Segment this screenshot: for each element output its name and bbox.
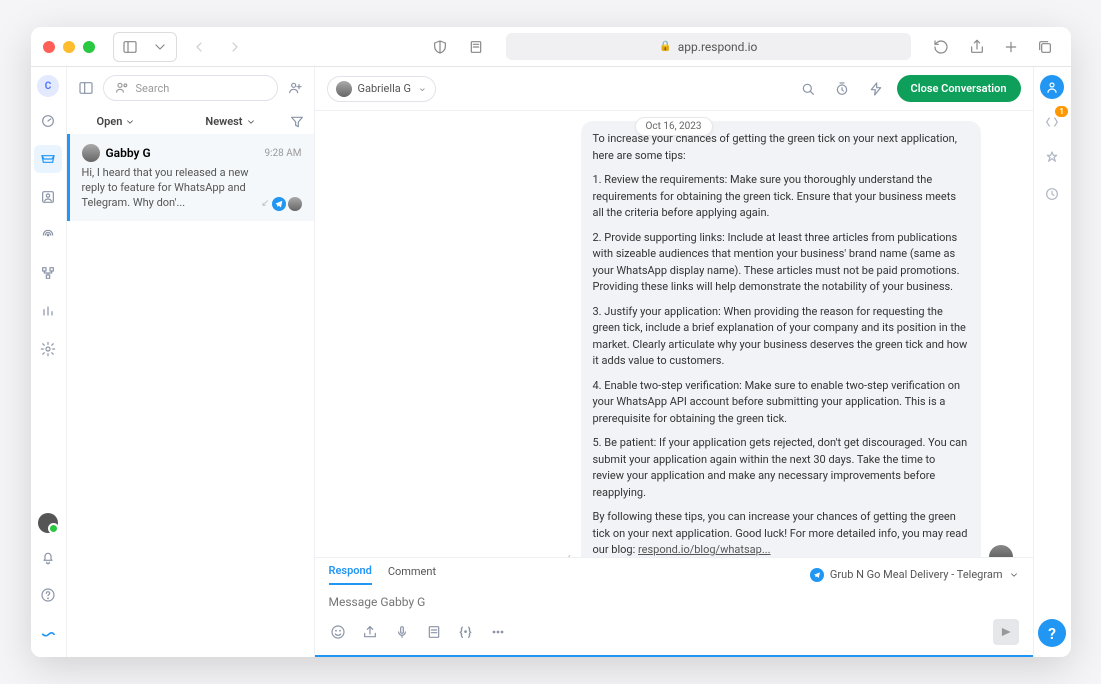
bolt-icon[interactable] — [863, 76, 889, 102]
message-thread[interactable]: Oct 16, 2023 ✓ To increase your chances … — [315, 111, 1033, 557]
nav-back-button[interactable] — [185, 35, 213, 59]
workflows-icon[interactable] — [34, 259, 62, 287]
right-detail-rail: 1 ? — [1033, 67, 1071, 657]
assignee-chip-avatar — [288, 197, 302, 211]
url-text: app.respond.io — [678, 40, 758, 54]
channel-selector[interactable]: Grub N Go Meal Delivery - Telegram — [810, 568, 1019, 582]
agent-avatar — [989, 545, 1013, 558]
emoji-icon[interactable] — [329, 623, 347, 641]
contact-name: Gabby G — [106, 146, 151, 160]
window-zoom-dot[interactable] — [83, 41, 95, 53]
more-options-icon[interactable] — [489, 623, 507, 641]
nav-forward-button[interactable] — [221, 35, 249, 59]
assignee-selector[interactable]: Gabriella G — [327, 76, 436, 102]
variable-icon[interactable]: {•} — [457, 623, 475, 641]
draft-arrow-icon: ↙ — [261, 197, 269, 211]
search-people-icon — [114, 80, 130, 96]
tab-comment[interactable]: Comment — [388, 565, 436, 584]
user-presence-avatar[interactable] — [38, 513, 58, 533]
dashboard-icon[interactable] — [34, 107, 62, 135]
shield-icon[interactable] — [426, 35, 454, 59]
sort-filter[interactable]: Newest — [205, 115, 255, 128]
filter-icon[interactable] — [286, 111, 308, 133]
address-bar[interactable]: 🔒 app.respond.io — [506, 33, 910, 60]
add-contact-icon[interactable] — [284, 77, 306, 99]
help-icon[interactable] — [34, 581, 62, 609]
settings-icon[interactable] — [34, 335, 62, 363]
snippet-icon[interactable] — [425, 623, 443, 641]
search-placeholder: Search — [136, 82, 170, 95]
window-minimize-dot[interactable] — [63, 41, 75, 53]
channel-name: Grub N Go Meal Delivery - Telegram — [830, 568, 1003, 581]
conversation-list-panel: Search Open Newest Gabby G 9:28 AM Hi, I… — [67, 67, 315, 657]
activity-badge: 1 — [1055, 106, 1068, 117]
status-filter[interactable]: Open — [97, 115, 136, 128]
tab-respond[interactable]: Respond — [329, 564, 372, 585]
reports-icon[interactable] — [34, 297, 62, 325]
help-fab-button[interactable]: ? — [1038, 619, 1066, 647]
assignee-name: Gabriella G — [358, 82, 411, 95]
brand-logo-icon — [34, 619, 62, 647]
workspace-avatar[interactable]: C — [37, 75, 59, 97]
attachment-icon[interactable] — [361, 623, 379, 641]
outbound-message-bubble: To increase your chances of getting the … — [581, 121, 981, 557]
telegram-chip-icon — [272, 197, 286, 211]
window-close-dot[interactable] — [43, 41, 55, 53]
contact-detail-icon[interactable] — [1040, 75, 1064, 99]
telegram-channel-icon — [810, 568, 824, 582]
inbox-icon[interactable] — [34, 145, 62, 173]
message-composer: Respond Comment Grub N Go Meal Delivery … — [315, 557, 1033, 657]
sidebar-toggle-group[interactable] — [113, 32, 177, 62]
chat-panel: Gabriella G Close Conversation Oct 16, 2… — [315, 67, 1033, 657]
share-icon[interactable] — [963, 35, 991, 59]
chevron-down-icon — [1009, 570, 1019, 580]
reader-icon[interactable] — [462, 35, 490, 59]
message-input[interactable] — [329, 595, 1019, 609]
broadcast-icon[interactable] — [34, 221, 62, 249]
browser-titlebar: 🔒 app.respond.io — [31, 27, 1071, 67]
floating-date-chip: Oct 16, 2023 — [634, 117, 712, 136]
channels-icon[interactable] — [1039, 145, 1065, 171]
voice-icon[interactable] — [393, 623, 411, 641]
tabs-icon[interactable] — [1031, 35, 1059, 59]
new-tab-icon[interactable] — [997, 35, 1025, 59]
assignee-avatar — [336, 81, 352, 97]
lock-icon: 🔒 — [659, 41, 671, 52]
chat-search-icon[interactable] — [795, 76, 821, 102]
history-icon[interactable] — [1039, 181, 1065, 207]
collapse-panel-icon[interactable] — [75, 77, 97, 99]
search-input[interactable]: Search — [103, 75, 278, 101]
conversation-item[interactable]: Gabby G 9:28 AM Hi, I heard that you rel… — [67, 134, 314, 221]
notifications-icon[interactable] — [34, 543, 62, 571]
close-conversation-button[interactable]: Close Conversation — [897, 75, 1021, 102]
send-button[interactable] — [993, 619, 1019, 645]
blog-link[interactable]: respond.io/blog/whatsap... — [638, 543, 771, 556]
reload-button[interactable] — [927, 35, 955, 59]
activity-icon[interactable]: 1 — [1039, 109, 1065, 135]
message-time: 9:28 AM — [264, 148, 301, 159]
contact-avatar — [82, 144, 100, 162]
delivery-check-icon: ✓ — [563, 552, 572, 558]
left-nav-rail: C — [31, 67, 67, 657]
message-preview: Hi, I heard that you released a new repl… — [82, 166, 262, 211]
snooze-icon[interactable] — [829, 76, 855, 102]
contacts-icon[interactable] — [34, 183, 62, 211]
